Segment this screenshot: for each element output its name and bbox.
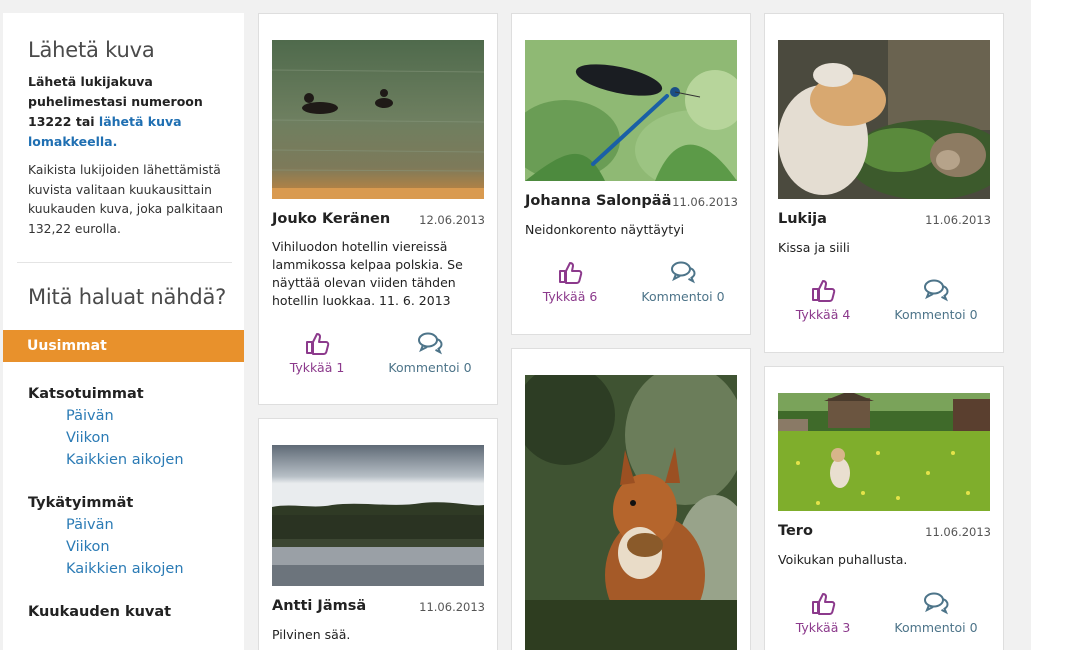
most-viewed-week-link[interactable]: Viikon <box>66 430 110 446</box>
comment-bubbles-icon <box>924 279 949 302</box>
most-viewed-all-time-link[interactable]: Kaikkien aikojen <box>66 452 184 468</box>
photo-card: Johanna Salonpää 11.06.2013 Neidonkorent… <box>511 13 751 335</box>
prize-text: Kaikista lukijoiden lähettämistä kuvista… <box>28 163 224 236</box>
thumbs-up-icon <box>559 262 583 284</box>
comment-bubbles-icon <box>671 261 696 284</box>
most-viewed-day-link[interactable]: Päivän <box>66 408 114 424</box>
card-date: 11.06.2013 <box>925 525 991 539</box>
comment-count: Kommentoi 0 <box>894 620 978 635</box>
card-description: Kissa ja siili <box>778 240 850 255</box>
comment-button[interactable]: Kommentoi 0 <box>891 278 981 322</box>
card-description: Voikukan puhallusta. <box>778 552 908 567</box>
comment-bubbles-icon <box>924 592 949 615</box>
card-date: 11.06.2013 <box>925 213 991 227</box>
like-count: Tykkää 4 <box>795 307 851 322</box>
photo-meadow[interactable] <box>778 393 990 511</box>
like-button[interactable]: Tykkää 3 <box>787 591 859 635</box>
photo-card <box>511 348 751 650</box>
like-button[interactable]: Tykkää 4 <box>787 278 859 322</box>
most-liked-heading[interactable]: Tykätyimmät <box>28 495 133 511</box>
filter-newest[interactable]: Uusimmat <box>3 330 244 362</box>
photo-card: Antti Jämsä 11.06.2013 Pilvinen sää. <box>258 418 498 650</box>
card-description: Neidonkorento näyttäytyi <box>525 222 685 237</box>
most-liked-week-link[interactable]: Viikon <box>66 539 110 555</box>
card-author[interactable]: Johanna Salonpää <box>525 193 671 209</box>
send-photo-title: Lähetä kuva <box>28 38 155 62</box>
month-photos-link[interactable]: Kuukauden kuvat <box>28 604 171 620</box>
thumbs-up-icon <box>812 593 836 615</box>
card-author[interactable]: Antti Jämsä <box>272 598 366 614</box>
comment-button[interactable]: Kommentoi 0 <box>891 591 981 635</box>
like-button[interactable]: Tykkää 6 <box>534 260 606 304</box>
send-photo-instructions: Lähetä lukijakuva puhelimestasi numeroon… <box>28 72 228 152</box>
card-description: Pilvinen sää. <box>272 627 351 642</box>
like-button[interactable]: Tykkää 1 <box>281 331 353 375</box>
comment-bubbles-icon <box>418 332 443 355</box>
sidebar: Lähetä kuva Lähetä lukijakuva puhelimest… <box>3 13 244 650</box>
thumbs-up-icon <box>306 333 330 355</box>
photo-card: Jouko Keränen 12.06.2013 Vihiluodon hote… <box>258 13 498 405</box>
like-count: Tykkää 6 <box>542 289 598 304</box>
thumbs-up-icon <box>812 280 836 302</box>
photo-card: Lukija 11.06.2013 Kissa ja siili Tykkää … <box>764 13 1004 353</box>
most-liked-all-time-link[interactable]: Kaikkien aikojen <box>66 561 184 577</box>
view-options-title: Mitä haluat nähdä? <box>28 285 227 309</box>
photo-squirrel[interactable] <box>525 375 737 650</box>
like-count: Tykkää 3 <box>795 620 851 635</box>
comment-count: Kommentoi 0 <box>894 307 978 322</box>
photo-lake[interactable] <box>272 445 484 586</box>
most-viewed-heading[interactable]: Katsotuimmat <box>28 386 144 402</box>
sidebar-divider <box>17 262 232 263</box>
card-author[interactable]: Tero <box>778 523 813 539</box>
photo-ducks[interactable] <box>272 40 484 199</box>
comment-button[interactable]: Kommentoi 0 <box>385 331 475 375</box>
photo-card: Tero 11.06.2013 Voikukan puhallusta. Tyk… <box>764 366 1004 650</box>
comment-button[interactable]: Kommentoi 0 <box>638 260 728 304</box>
card-author[interactable]: Jouko Keränen <box>272 211 390 227</box>
photo-cat-hedgehog[interactable] <box>778 40 990 199</box>
photo-dragonfly[interactable] <box>525 40 737 181</box>
card-date: 12.06.2013 <box>419 213 485 227</box>
card-description: Vihiluodon hotellin viereissä lammikossa… <box>272 239 463 308</box>
like-count: Tykkää 1 <box>289 360 345 375</box>
most-liked-day-link[interactable]: Päivän <box>66 517 114 533</box>
card-author[interactable]: Lukija <box>778 211 827 227</box>
comment-count: Kommentoi 0 <box>388 360 472 375</box>
card-date: 11.06.2013 <box>419 600 485 614</box>
card-date: 11.06.2013 <box>672 195 738 209</box>
comment-count: Kommentoi 0 <box>641 289 725 304</box>
